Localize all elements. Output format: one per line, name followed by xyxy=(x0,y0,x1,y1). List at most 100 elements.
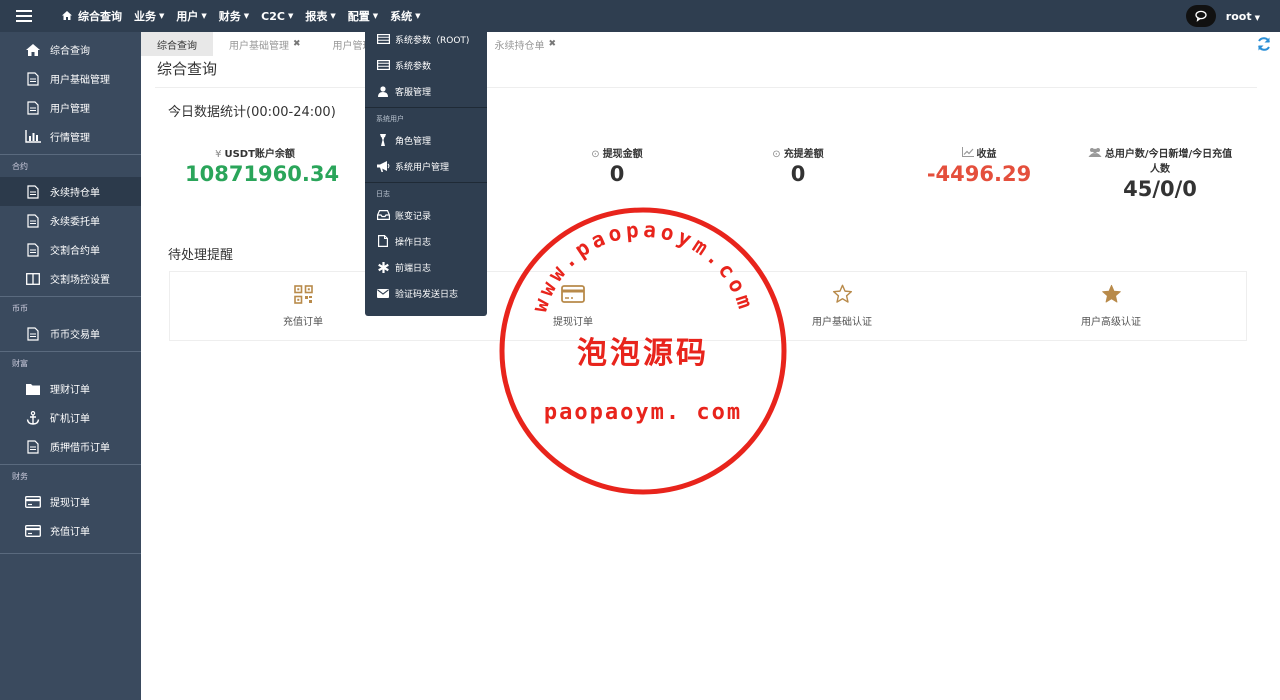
bar-chart-icon xyxy=(24,130,42,143)
sidebar-item-withdraw-orders[interactable]: 提现订单 xyxy=(0,487,141,516)
menu-divider xyxy=(365,182,487,183)
menu-item-label: 系统参数（ROOT) xyxy=(395,35,470,46)
top-navbar: 综合查询 业务 ▼ 用户 ▼ 财务 ▼ C2C ▼ 报表 ▼ 配置 ▼ 系统 ▼ root ▼ xyxy=(0,0,1280,32)
menu-item-sms-code-log[interactable]: 验证码发送日志 xyxy=(365,280,487,306)
pending-deposit-orders[interactable]: 充值订单 xyxy=(243,283,363,328)
nav-users-menu[interactable]: 用户 ▼ xyxy=(176,8,206,24)
clock-icon: ⊙ xyxy=(591,149,600,160)
nav-label: 用户 xyxy=(176,10,199,23)
stat-label: USDT账户余额 xyxy=(224,149,295,160)
menu-item-system-params[interactable]: 系统参数 xyxy=(365,52,487,78)
user-area: root ▼ xyxy=(1185,0,1260,32)
nav-business-menu[interactable]: 业务 ▼ xyxy=(134,8,164,24)
menu-item-frontend-log[interactable]: 前端日志 xyxy=(365,254,487,280)
nav-c2c-menu[interactable]: C2C ▼ xyxy=(261,10,293,23)
user-menu[interactable]: root ▼ xyxy=(1226,10,1260,23)
nav-label: 报表 xyxy=(305,10,328,23)
nav-config-menu[interactable]: 配置 ▼ xyxy=(348,8,378,24)
sidebar-item-overview[interactable]: 综合查询 xyxy=(0,35,141,64)
caret-down-icon: ▼ xyxy=(243,12,250,20)
stat-users: 总用户数/今日新增/今日充值 人数 45/0/0 xyxy=(1080,145,1240,201)
menu-header-logs: 日志 xyxy=(376,190,390,198)
chat-button[interactable] xyxy=(1185,5,1216,27)
sidebar-section-contract: 合约 xyxy=(0,154,141,177)
stamp-url-text: paopaoym. com xyxy=(544,400,742,425)
document-icon xyxy=(24,184,42,199)
system-dropdown-menu: 系统参数（ROOT) 系统参数 客服管理 系统用户 角色管理 系统用户管理 日志… xyxy=(365,24,487,316)
sidebar-section-finance: 财务 xyxy=(0,464,141,487)
nav-label: 配置 xyxy=(347,10,370,23)
nav-finance-menu[interactable]: 财务 ▼ xyxy=(219,8,249,24)
menu-item-balance-log[interactable]: 账变记录 xyxy=(365,202,487,228)
sidebar-item-market[interactable]: 行情管理 xyxy=(0,122,141,151)
menu-item-system-user-management[interactable]: 系统用户管理 xyxy=(365,153,487,179)
stat-label: 收益 xyxy=(976,149,997,160)
stat-label-line2: 人数 xyxy=(1150,164,1170,175)
nav-system-menu[interactable]: 系统 ▼ xyxy=(390,8,420,24)
stat-value: 45/0/0 xyxy=(1123,177,1197,201)
table-icon xyxy=(376,60,390,70)
nav-label: C2C xyxy=(261,9,285,23)
sidebar-item-label: 提现订单 xyxy=(50,498,90,509)
stat-deposit-withdraw-diff: ⊙ 充提差额 0 xyxy=(738,145,858,186)
menu-item-system-params-root[interactable]: 系统参数（ROOT) xyxy=(365,26,487,52)
columns-icon xyxy=(24,272,42,285)
sidebar-item-perpetual-positions[interactable]: 永续持仓单 xyxy=(0,177,141,206)
credit-card-icon xyxy=(24,495,42,508)
sidebar-item-mining-orders[interactable]: 矿机订单 xyxy=(0,403,141,432)
sidebar-item-users[interactable]: 用户管理 xyxy=(0,93,141,122)
sidebar-item-perpetual-orders[interactable]: 永续委托单 xyxy=(0,206,141,235)
menu-item-operation-log[interactable]: 操作日志 xyxy=(365,228,487,254)
sidebar-item-label: 用户管理 xyxy=(50,104,90,115)
stat-label: 充提差额 xyxy=(783,149,824,160)
document-icon xyxy=(24,439,42,454)
home-icon xyxy=(62,10,72,23)
tab-overview[interactable]: 综合查询 xyxy=(141,32,213,56)
menu-item-customer-service[interactable]: 客服管理 xyxy=(365,78,487,104)
tab-perpetual-positions[interactable]: 永续持仓单 ✖ xyxy=(494,32,573,56)
refresh-icon[interactable] xyxy=(1256,36,1272,52)
bullhorn-icon xyxy=(376,160,390,172)
sidebar-item-coin-trades[interactable]: 币币交易单 xyxy=(0,319,141,348)
pending-advanced-verification[interactable]: 用户高级认证 xyxy=(1051,283,1171,328)
document-icon xyxy=(24,100,42,115)
menu-toggle-button[interactable] xyxy=(0,0,48,32)
stat-value: 0 xyxy=(609,162,625,186)
stats-title: 今日数据统计(00:00-24:00) xyxy=(168,105,336,120)
stat-withdraw-amount: ⊙ 提现金额 0 xyxy=(557,145,677,186)
menu-header-system-users: 系统用户 xyxy=(376,115,404,123)
qr-code-icon xyxy=(243,283,363,305)
user-icon xyxy=(376,85,390,97)
sidebar-item-delivery-control[interactable]: 交割场控设置 xyxy=(0,264,141,293)
caret-down-icon: ▼ xyxy=(201,12,207,20)
sidebar-item-pledge-loans[interactable]: 质押借币订单 xyxy=(0,432,141,461)
stat-label: 总用户数/今日新增/今日充值 xyxy=(1104,149,1233,160)
close-icon[interactable]: ✖ xyxy=(549,39,557,49)
pending-basic-verification[interactable]: 用户基础认证 xyxy=(782,283,902,328)
pending-label: 充值订单 xyxy=(283,317,323,328)
sidebar-item-user-basic[interactable]: 用户基础管理 xyxy=(0,64,141,93)
stat-value: -4496.29 xyxy=(926,162,1032,186)
sidebar-item-deposit-orders[interactable]: 充值订单 xyxy=(0,516,141,545)
sidebar-item-delivery-orders[interactable]: 交割合约单 xyxy=(0,235,141,264)
nav-label: 系统 xyxy=(390,10,413,23)
menu-item-label: 系统用户管理 xyxy=(395,162,450,173)
yen-icon: ¥ xyxy=(215,149,222,160)
document-icon xyxy=(24,71,42,86)
sidebar: 综合查询 用户基础管理 用户管理 行情管理 合约 永续持仓单 永续委托单 交割合… xyxy=(0,32,141,700)
tab-user-basic[interactable]: 用户基础管理 ✖ xyxy=(213,32,317,56)
nav-reports-menu[interactable]: 报表 ▼ xyxy=(305,8,335,24)
caret-down-icon: ▼ xyxy=(159,12,165,20)
menu-item-label: 系统参数 xyxy=(395,61,432,72)
nav-home-link[interactable]: 综合查询 xyxy=(62,8,122,24)
users-icon xyxy=(1088,148,1102,160)
pending-label: 用户基础认证 xyxy=(812,317,872,328)
menu-item-label: 角色管理 xyxy=(395,136,432,147)
close-icon[interactable]: ✖ xyxy=(293,39,301,49)
line-chart-icon xyxy=(961,147,974,160)
sidebar-item-label: 交割场控设置 xyxy=(50,275,110,286)
menu-item-role-management[interactable]: 角色管理 xyxy=(365,127,487,153)
sidebar-item-wealth-orders[interactable]: 理财订单 xyxy=(0,374,141,403)
caret-down-icon: ▼ xyxy=(1254,13,1260,22)
sidebar-divider xyxy=(0,553,141,554)
